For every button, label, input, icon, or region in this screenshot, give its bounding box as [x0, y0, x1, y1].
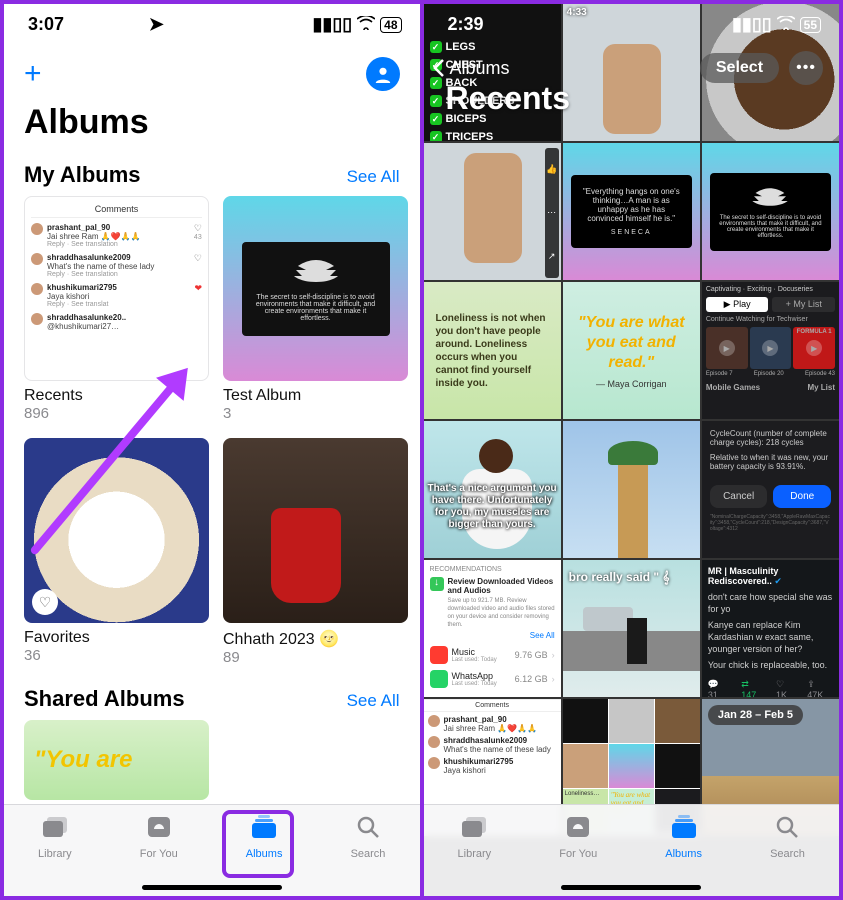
tab-for-you[interactable]: For You	[559, 815, 597, 860]
library-icon	[41, 815, 69, 844]
page-title: Albums	[4, 97, 420, 156]
search-icon	[775, 815, 799, 844]
shared-albums-row: "You are	[4, 720, 420, 800]
wifi-icon	[777, 14, 795, 35]
shared-album-thumb[interactable]: "You are	[24, 720, 209, 800]
location-icon: ➤	[149, 14, 164, 35]
grid-cell[interactable]: Loneliness is not when you don't have pe…	[424, 282, 561, 419]
my-albums-heading: My Albums	[24, 162, 141, 188]
status-bar: 3:07 ➤ ▮▮▯▯ 48	[4, 4, 420, 39]
right-screenshot: ✓LEGS ✓CHEST ✓BACK ✓SHOULDERS ✓BICEPS ✓T…	[424, 4, 840, 896]
profile-button[interactable]	[366, 57, 400, 91]
tab-albums[interactable]: Albums	[665, 815, 702, 860]
cellular-icon: ▮▮▯▯	[732, 14, 772, 35]
status-time: 2:39	[448, 14, 484, 35]
album-name: Favorites	[24, 629, 209, 647]
grid-cell[interactable]: "You are what you eat and read." — Maya …	[563, 282, 700, 419]
thumb-header: Comments	[31, 201, 202, 218]
grid-cell[interactable]: RECOMMENDATIONS ↓ Review Downloaded Vide…	[424, 560, 561, 697]
album-count: 3	[223, 405, 408, 422]
more-button[interactable]: •••	[789, 51, 823, 85]
my-albums-see-all[interactable]: See All	[347, 167, 400, 187]
album-count: 89	[223, 649, 408, 666]
page-title: Recents	[446, 80, 571, 117]
my-albums-row-1: Comments prashant_pal_90Jai shree Ram 🙏❤…	[4, 196, 420, 422]
album-count: 36	[24, 647, 209, 664]
battery-icon: 48	[380, 17, 401, 33]
albums-icon	[670, 815, 698, 844]
tab-library[interactable]: Library	[458, 815, 492, 860]
tab-albums[interactable]: Albums	[246, 815, 283, 860]
grid-cell[interactable]: 👍⋯↗	[424, 143, 561, 280]
grid-cell[interactable]: That's a nice argument you have there. U…	[424, 421, 561, 558]
battery-icon: 55	[800, 17, 821, 33]
home-indicator[interactable]	[142, 885, 282, 890]
search-icon	[356, 815, 380, 844]
grid-cell[interactable]: MR | Masculinity Rediscovered.. ✔ don't …	[702, 560, 839, 697]
albums-icon	[250, 815, 278, 844]
tab-library[interactable]: Library	[38, 815, 72, 860]
status-bar: 2:39 ▮▮▯▯ 55	[424, 4, 840, 39]
left-screenshot: 3:07 ➤ ▮▮▯▯ 48 + Albums My Albums See Al…	[4, 4, 420, 896]
library-icon	[460, 815, 488, 844]
photo-grid[interactable]: ✓LEGS ✓CHEST ✓BACK ✓SHOULDERS ✓BICEPS ✓T…	[424, 4, 840, 896]
heart-icon: ♡	[32, 589, 58, 615]
shared-albums-see-all[interactable]: See All	[347, 691, 400, 711]
album-thumb: The secret to self-discipline is to avoi…	[223, 196, 408, 381]
foryou-icon	[146, 815, 172, 844]
tab-bar: Library For You Albums Search	[424, 804, 840, 896]
tab-search[interactable]: Search	[351, 815, 386, 860]
status-time: 3:07	[28, 14, 64, 35]
grid-cell[interactable]: bro really said " 𝄞	[563, 560, 700, 697]
grid-cell[interactable]: Captivating · Exciting · Docuseries ▶ Pl…	[702, 282, 839, 419]
foryou-icon	[565, 815, 591, 844]
my-albums-row-2: ♡ Favorites 36 Chhath 2023 🌝 89 D 2	[4, 438, 420, 666]
tab-bar: Library For You Albums Search	[4, 804, 420, 896]
cellular-icon: ▮▮▯▯	[313, 14, 353, 35]
album-count: 896	[24, 405, 209, 422]
nav-bar: +	[4, 39, 420, 97]
grid-cell[interactable]	[563, 421, 700, 558]
grid-cell[interactable]: The secret to self-discipline is to avoi…	[702, 143, 839, 280]
tab-for-you[interactable]: For You	[140, 815, 178, 860]
album-thumb: Comments prashant_pal_90Jai shree Ram 🙏❤…	[24, 196, 209, 381]
date-pill: Jan 28 – Feb 5	[708, 705, 803, 725]
wifi-icon	[357, 14, 375, 35]
grid-cell[interactable]: CycleCount (number of complete charge cy…	[702, 421, 839, 558]
grid-cell[interactable]: "Everything hangs on one's thinking…A ma…	[563, 143, 700, 280]
home-indicator[interactable]	[561, 885, 701, 890]
select-button[interactable]: Select	[700, 53, 779, 83]
shared-albums-heading: Shared Albums	[24, 686, 185, 712]
album-name: Test Album	[223, 387, 408, 405]
album-test[interactable]: The secret to self-discipline is to avoi…	[223, 196, 408, 422]
back-button[interactable]: Albums	[432, 58, 510, 79]
album-chhath[interactable]: Chhath 2023 🌝 89	[223, 438, 408, 666]
tab-search[interactable]: Search	[770, 815, 805, 860]
album-favorites[interactable]: ♡ Favorites 36	[24, 438, 209, 666]
album-thumb	[223, 438, 408, 623]
add-album-button[interactable]: +	[24, 64, 42, 84]
album-name: Chhath 2023 🌝	[223, 629, 408, 649]
